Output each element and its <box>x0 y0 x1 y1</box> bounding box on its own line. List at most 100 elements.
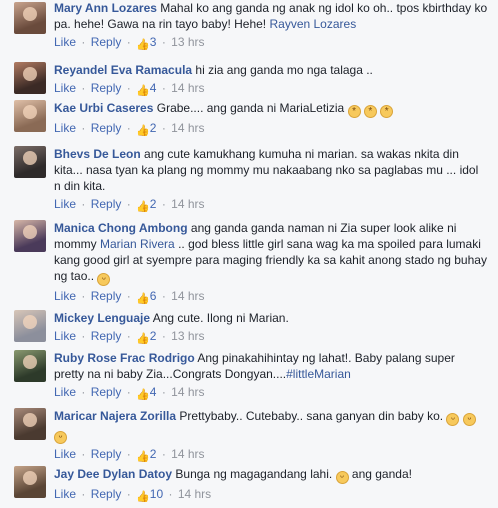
separator: · <box>161 81 166 95</box>
like-count[interactable]: 2 <box>150 121 157 135</box>
wink-kiss-emoji-icon: * <box>380 105 394 118</box>
avatar[interactable] <box>14 220 46 252</box>
mention-link[interactable]: Rayven Lozares <box>269 17 356 31</box>
reply-button[interactable]: Reply <box>91 81 122 95</box>
reply-button[interactable]: Reply <box>91 121 122 135</box>
thumbs-up-icon[interactable]: 👍 <box>136 331 150 347</box>
smile-emoji-icon: ᵕ <box>97 273 111 286</box>
timestamp[interactable]: 14 hrs <box>171 81 204 95</box>
comment-author[interactable]: Mary Ann Lozares <box>54 1 157 15</box>
like-count[interactable]: 2 <box>150 329 157 343</box>
like-count[interactable]: 4 <box>150 81 157 95</box>
comment-actions: Like · Reply · 👍2 · 13 hrs <box>54 328 488 347</box>
comment-text: hi zia ang ganda mo nga talaga .. <box>195 63 373 77</box>
avatar[interactable] <box>14 408 46 440</box>
comment-author[interactable]: Kae Urbi Caseres <box>54 101 153 115</box>
comment-author[interactable]: Mickey Lenguaje <box>54 311 150 325</box>
reply-button[interactable]: Reply <box>91 197 122 211</box>
thumbs-up-icon[interactable]: 👍 <box>136 387 150 403</box>
like-button[interactable]: Like <box>54 121 76 135</box>
comment-body: Manica Chong Ambong ang ganda ganda nama… <box>54 220 488 307</box>
comment-actions: Like · Reply · 👍10 · 14 hrs <box>54 486 488 505</box>
separator: · <box>161 121 166 135</box>
comment-content: Mary Ann Lozares Mahal ko ang ganda ng a… <box>54 0 488 32</box>
comment-actions: Like · Reply · 👍4 · 14 hrs <box>54 80 488 99</box>
comment-text: Ang cute. Ilong ni Marian. <box>152 311 289 325</box>
separator: · <box>126 289 131 303</box>
like-count[interactable]: 10 <box>150 487 163 501</box>
thumbs-up-icon[interactable]: 👍 <box>136 489 150 505</box>
like-button[interactable]: Like <box>54 385 76 399</box>
wink-kiss-emoji-icon: * <box>363 105 377 118</box>
avatar[interactable] <box>14 62 46 94</box>
avatar[interactable] <box>14 310 46 342</box>
separator: · <box>81 35 86 49</box>
timestamp[interactable]: 14 hrs <box>171 197 204 211</box>
timestamp[interactable]: 14 hrs <box>171 447 204 461</box>
avatar[interactable] <box>14 2 46 34</box>
comment-actions: Like · Reply · 👍3 · 13 hrs <box>54 34 488 53</box>
like-button[interactable]: Like <box>54 35 76 49</box>
comment-author[interactable]: Maricar Najera Zorilla <box>54 409 176 423</box>
reply-button[interactable]: Reply <box>91 35 122 49</box>
mention-link[interactable]: Marian Rivera <box>100 237 175 251</box>
separator: · <box>168 487 173 501</box>
reply-button[interactable]: Reply <box>91 329 122 343</box>
separator: · <box>126 197 131 211</box>
comment-text: Grabe.... ang ganda ni MariaLetizia <box>156 101 345 115</box>
timestamp[interactable]: 13 hrs <box>171 329 204 343</box>
like-button[interactable]: Like <box>54 487 76 501</box>
hashtag-link[interactable]: #littleMarian <box>286 367 351 381</box>
timestamp[interactable]: 13 hrs <box>171 35 204 49</box>
separator: · <box>81 329 86 343</box>
like-button[interactable]: Like <box>54 81 76 95</box>
like-button[interactable]: Like <box>54 447 76 461</box>
comment-author[interactable]: Ruby Rose Frac Rodrigo <box>54 351 195 365</box>
smile-emoji-icon: ᵕ <box>335 471 349 484</box>
comment-body: Ruby Rose Frac Rodrigo Ang pinakahihinta… <box>54 350 488 403</box>
reply-button[interactable]: Reply <box>91 385 122 399</box>
timestamp[interactable]: 14 hrs <box>171 121 204 135</box>
comment-body: Bhevs De Leon ang cute kamukhang kumuha … <box>54 146 488 215</box>
thumbs-up-icon[interactable]: 👍 <box>136 37 150 53</box>
avatar[interactable] <box>14 146 46 178</box>
comment-actions: Like · Reply · 👍6 · 14 hrs <box>54 288 488 307</box>
comment-list: Mary Ann Lozares Mahal ko ang ganda ng a… <box>0 0 498 508</box>
separator: · <box>126 35 131 49</box>
avatar[interactable] <box>14 350 46 382</box>
separator: · <box>81 197 86 211</box>
separator: · <box>126 81 131 95</box>
comment-author[interactable]: Manica Chong Ambong <box>54 221 188 235</box>
comment-author[interactable]: Bhevs De Leon <box>54 147 141 161</box>
like-count[interactable]: 4 <box>150 385 157 399</box>
like-count[interactable]: 2 <box>150 197 157 211</box>
avatar[interactable] <box>14 100 46 132</box>
comment-content: Manica Chong Ambong ang ganda ganda nama… <box>54 220 488 286</box>
like-count[interactable]: 6 <box>150 289 157 303</box>
thumbs-up-icon[interactable]: 👍 <box>136 291 150 307</box>
like-button[interactable]: Like <box>54 197 76 211</box>
like-count[interactable]: 3 <box>150 35 157 49</box>
like-button[interactable]: Like <box>54 329 76 343</box>
comment-actions: Like · Reply · 👍4 · 14 hrs <box>54 384 488 403</box>
thumbs-up-icon[interactable]: 👍 <box>136 199 150 215</box>
thumbs-up-icon[interactable]: 👍 <box>136 123 150 139</box>
separator: · <box>161 289 166 303</box>
comment-author[interactable]: Jay Dee Dylan Datoy <box>54 467 172 481</box>
comment-actions: Like · Reply · 👍2 · 14 hrs <box>54 446 488 465</box>
comment-author[interactable]: Reyandel Eva Ramacula <box>54 63 192 77</box>
reply-button[interactable]: Reply <box>91 447 122 461</box>
timestamp[interactable]: 14 hrs <box>171 289 204 303</box>
like-button[interactable]: Like <box>54 289 76 303</box>
separator: · <box>161 447 166 461</box>
separator: · <box>126 447 131 461</box>
timestamp[interactable]: 14 hrs <box>171 385 204 399</box>
timestamp[interactable]: 14 hrs <box>178 487 211 501</box>
separator: · <box>126 329 131 343</box>
avatar[interactable] <box>14 466 46 498</box>
thumbs-up-icon[interactable]: 👍 <box>136 449 150 465</box>
like-count[interactable]: 2 <box>150 447 157 461</box>
thumbs-up-icon[interactable]: 👍 <box>136 83 150 99</box>
reply-button[interactable]: Reply <box>91 487 122 501</box>
reply-button[interactable]: Reply <box>91 289 122 303</box>
